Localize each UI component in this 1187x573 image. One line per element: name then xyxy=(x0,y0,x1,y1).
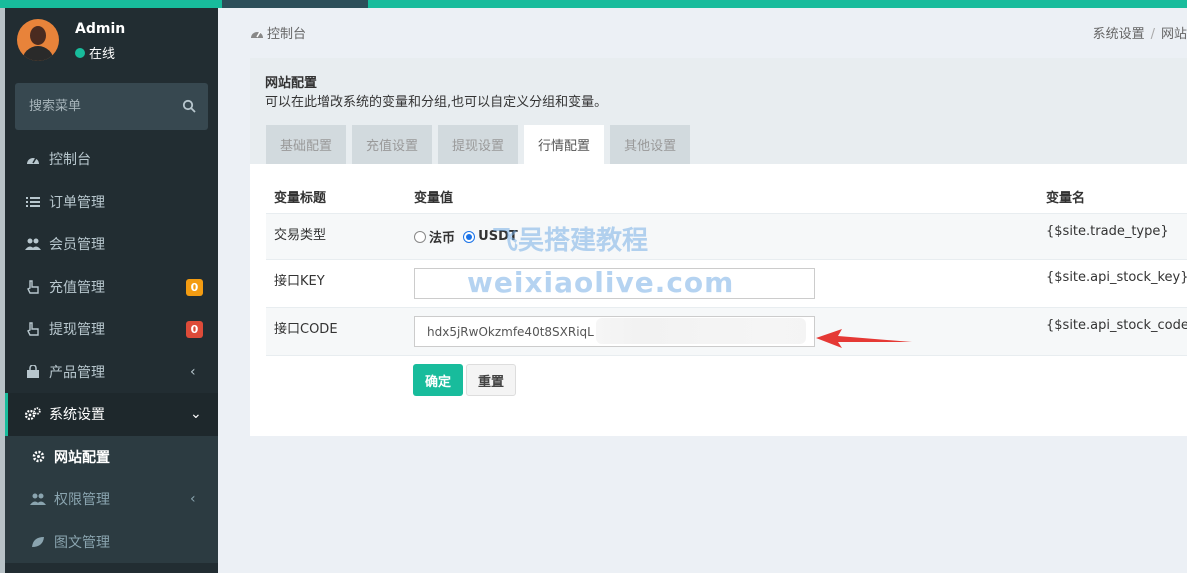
sidebar-item-label: 提现管理 xyxy=(49,322,105,339)
breadcrumb-home-label: 控制台 xyxy=(267,27,307,42)
sidebar-item-articles[interactable]: 图文管理 xyxy=(5,521,218,564)
config-panel: 网站配置 可以在此增改系统的变量和分组,也可以自定义分组和变量。 基础配置 充值… xyxy=(250,58,1187,436)
sidebar-item-system-settings[interactable]: 系统设置 ⌄ xyxy=(5,393,218,436)
radio-fiat[interactable]: 法币 xyxy=(414,227,455,246)
variable-name: {$site.api_stock_key} xyxy=(1046,270,1187,285)
withdraw-count-badge: 0 xyxy=(186,321,203,338)
variable-title: 交易类型 xyxy=(274,228,327,243)
cogs-icon xyxy=(25,406,41,422)
trade-type-radio-group: 法币 USDT xyxy=(414,227,522,247)
tab-market[interactable]: 行情配置 xyxy=(524,125,605,164)
tab-other[interactable]: 其他设置 xyxy=(610,125,691,164)
sidebar-item-permissions[interactable]: 权限管理 ‹ xyxy=(5,478,218,521)
breadcrumb-item[interactable]: 系统设置 xyxy=(1093,27,1145,42)
sidebar-search xyxy=(15,83,208,130)
radio-label: 法币 xyxy=(429,231,456,246)
radio-circle-selected[interactable] xyxy=(463,230,476,243)
api-key-input[interactable] xyxy=(414,268,815,299)
system-settings-submenu: 网站配置 权限管理 ‹ 图文管理 xyxy=(5,435,218,564)
sidebar-item-dashboard[interactable]: 控制台 xyxy=(5,138,218,181)
table-row: 交易类型 法币 USDT {$site.trade_type} xyxy=(266,214,1187,260)
sidebar-item-label: 产品管理 xyxy=(49,364,105,381)
table-header-row: 变量标题 变量值 变量名 xyxy=(266,164,1187,214)
redaction-blur xyxy=(596,318,806,344)
sidebar-item-orders[interactable]: 订单管理 xyxy=(5,181,218,224)
config-table: 变量标题 变量值 变量名 交易类型 法币 USDT {$site.trade_t… xyxy=(266,164,1187,356)
radio-usdt[interactable]: USDT xyxy=(463,229,518,244)
tab-withdraw[interactable]: 提现设置 xyxy=(438,125,519,164)
chevron-down-icon: ⌄ xyxy=(190,406,202,422)
sidebar-menu: 控制台 订单管理 会员管理 充值管理 0 提现管理 0 产品管理 ‹ 系统设置 xyxy=(5,138,218,563)
sidebar: Admin 在线 控制台 订单管理 会员管理 充值管理 0 提现管理 xyxy=(5,8,218,573)
breadcrumb-item[interactable]: 网站 xyxy=(1161,27,1187,42)
user-name: Admin xyxy=(75,21,126,37)
hand-icon xyxy=(25,321,41,337)
panel-description: 可以在此增改系统的变量和分组,也可以自定义分组和变量。 xyxy=(265,95,608,110)
table-row: 接口KEY {$site.api_stock_key} xyxy=(266,260,1187,308)
hand-icon xyxy=(25,279,41,295)
breadcrumb-trail: 系统设置 / 网站 xyxy=(1093,23,1187,42)
leaf-icon xyxy=(30,534,46,550)
online-dot-icon xyxy=(75,47,85,58)
search-icon[interactable] xyxy=(182,99,196,113)
tab-recharge[interactable]: 充值设置 xyxy=(352,125,433,164)
sidebar-item-label: 网站配置 xyxy=(54,449,110,466)
user-status-text: 在线 xyxy=(89,47,116,62)
sidebar-item-label: 控制台 xyxy=(49,152,91,169)
config-tabs: 基础配置 充值设置 提现设置 行情配置 其他设置 xyxy=(266,125,696,164)
top-bar-segment xyxy=(222,0,368,8)
sidebar-item-withdraw[interactable]: 提现管理 0 xyxy=(5,308,218,351)
main-content: 控制台 系统设置 / 网站 网站配置 可以在此增改系统的变量和分组,也可以自定义分组… xyxy=(218,8,1187,573)
sidebar-item-label: 会员管理 xyxy=(49,237,105,254)
reset-button[interactable]: 重置 xyxy=(466,364,516,396)
sidebar-item-site-config[interactable]: 网站配置 xyxy=(5,436,218,479)
variable-title: 接口CODE xyxy=(274,322,338,337)
users-icon xyxy=(30,491,46,507)
column-header: 变量标题 xyxy=(274,191,327,206)
shopping-bag-icon xyxy=(25,364,41,380)
gear-icon xyxy=(30,449,46,465)
sidebar-item-label: 图文管理 xyxy=(54,534,110,551)
table-row: 接口CODE {$site.api_stock_code} xyxy=(266,308,1187,356)
radio-circle[interactable] xyxy=(414,230,426,243)
variable-name: {$site.api_stock_code} xyxy=(1046,318,1187,333)
sidebar-item-members[interactable]: 会员管理 xyxy=(5,223,218,266)
variable-name: {$site.trade_type} xyxy=(1046,224,1169,239)
users-icon xyxy=(25,236,41,252)
avatar[interactable] xyxy=(17,19,59,61)
tab-basic[interactable]: 基础配置 xyxy=(266,125,347,164)
menu-search-input[interactable] xyxy=(15,83,175,130)
dashboard-icon xyxy=(25,151,41,167)
top-accent-bar xyxy=(0,0,1187,8)
variable-title: 接口KEY xyxy=(274,274,325,289)
breadcrumb: 控制台 系统设置 / 网站 xyxy=(218,8,1187,54)
user-panel: Admin 在线 xyxy=(5,8,218,78)
panel-header: 网站配置 可以在此增改系统的变量和分组,也可以自定义分组和变量。 基础配置 充值… xyxy=(250,58,1187,164)
dashboard-icon xyxy=(251,31,263,38)
recharge-count-badge: 0 xyxy=(186,278,203,296)
column-header: 变量值 xyxy=(414,191,454,206)
sidebar-item-label: 充值管理 xyxy=(49,279,105,296)
sidebar-item-recharge[interactable]: 充值管理 0 xyxy=(5,266,218,309)
user-status: 在线 xyxy=(75,43,115,62)
submit-button[interactable]: 确定 xyxy=(413,364,463,396)
column-header: 变量名 xyxy=(1046,191,1086,206)
breadcrumb-separator: / xyxy=(1150,27,1155,42)
list-icon xyxy=(25,194,41,210)
radio-label: USDT xyxy=(478,229,518,244)
sidebar-item-label: 系统设置 xyxy=(49,407,105,424)
chevron-left-icon: ‹ xyxy=(190,491,196,507)
annotation-arrow-icon xyxy=(816,329,912,348)
sidebar-item-label: 权限管理 xyxy=(54,492,110,509)
sidebar-item-label: 订单管理 xyxy=(49,194,105,211)
chevron-left-icon: ‹ xyxy=(190,363,196,380)
breadcrumb-home[interactable]: 控制台 xyxy=(250,23,306,42)
panel-title: 网站配置 xyxy=(265,76,318,91)
sidebar-item-products[interactable]: 产品管理 ‹ xyxy=(5,351,218,394)
